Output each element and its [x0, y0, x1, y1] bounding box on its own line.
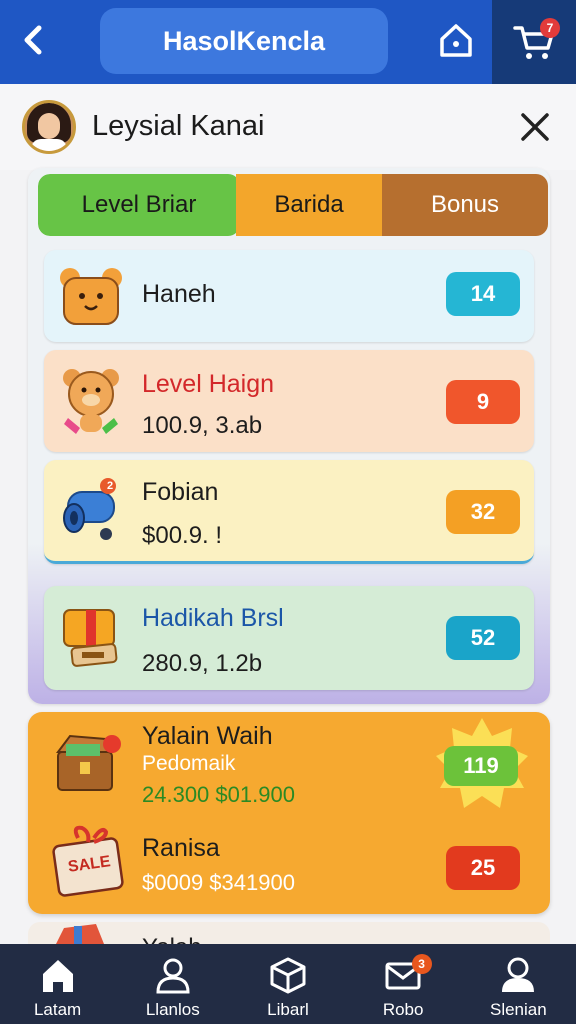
list-item[interactable]: Haneh 14: [44, 250, 534, 342]
list-item[interactable]: Hadikah Brsl 280.9, 1.2b 52: [44, 586, 534, 690]
user-name: Leysial Kanai: [92, 110, 265, 142]
tab-bonus[interactable]: Bonus: [382, 174, 548, 236]
tab-level-briar[interactable]: Level Briar: [38, 174, 240, 236]
promo-prices: $0009 $341900: [142, 870, 295, 895]
item-name: Level Haign: [142, 370, 275, 398]
home-icon: [42, 960, 73, 992]
profile-icon: [502, 957, 535, 992]
nav-item-robo[interactable]: 3 Robo: [346, 944, 461, 1024]
item-name: Hadikah Brsl: [142, 604, 284, 632]
teddy-bear-icon: [63, 369, 119, 434]
box-icon: [270, 957, 306, 994]
value-badge[interactable]: 119: [444, 746, 518, 786]
back-arrow-icon: [24, 25, 42, 55]
back-button[interactable]: [14, 20, 54, 60]
nav-badge: 3: [411, 954, 432, 974]
user-icon: [156, 958, 190, 994]
promo-title: Yalain Waih: [142, 722, 273, 750]
value-badge[interactable]: 9: [446, 380, 520, 424]
nav-item-libarl[interactable]: Libarl: [230, 944, 345, 1024]
cart-badge: 7: [540, 18, 560, 38]
page-title: HasolKencla: [100, 8, 388, 74]
promo-prices: 24.300 $01.900: [142, 782, 295, 807]
home-icon: [440, 24, 472, 57]
nav-label: Latam: [33, 1000, 82, 1019]
promo-card[interactable]: Yalain Waih Pedomaik 24.300 $01.900 119 …: [28, 712, 550, 914]
promo-title: Ranisa: [142, 834, 220, 862]
value-badge[interactable]: 14: [446, 272, 520, 316]
tab-bar: Level Briar Barida Bonus: [38, 174, 548, 236]
nav-label: Slenian: [489, 1000, 547, 1019]
list-item[interactable]: 2 Fobian $00.9. ! 32: [44, 460, 534, 564]
item-name: Haneh: [142, 280, 216, 308]
promo-subtitle: Pedomaik: [142, 752, 236, 775]
item-stats: 100.9, 3.ab: [142, 412, 263, 439]
top-app-bar: HasolKencla 7: [0, 0, 576, 84]
value-badge[interactable]: 52: [446, 616, 520, 660]
close-icon[interactable]: [518, 110, 552, 144]
nav-item-latam[interactable]: Latam: [0, 944, 115, 1024]
treasure-chest-icon: [56, 734, 121, 791]
home-button[interactable]: [434, 18, 478, 62]
nav-label: Llanlos: [145, 1000, 200, 1019]
tab-barida[interactable]: Barida: [236, 174, 382, 236]
icon-badge: 2: [106, 480, 114, 492]
user-header: Leysial Kanai: [0, 84, 576, 170]
gift-box-icon: [56, 924, 104, 944]
bear-face-icon: [60, 268, 122, 325]
nav-label: Libarl: [267, 1000, 309, 1019]
list-item[interactable]: Level Haign 100.9, 3.ab 9: [44, 350, 534, 452]
value-badge[interactable]: 25: [446, 846, 520, 890]
item-stats: $00.9. !: [142, 522, 223, 549]
item-name: Fobian: [142, 478, 219, 506]
bottom-nav: Latam Llanlos Libarl 3 Robo Slenian: [0, 944, 576, 1024]
nav-label: Robo: [382, 1000, 424, 1019]
level-panel: Level Briar Barida Bonus Haneh 14 Level …: [28, 168, 550, 704]
value-badge[interactable]: 32: [446, 490, 520, 534]
cart-button[interactable]: 7: [492, 0, 576, 84]
gift-box-icon: [63, 609, 118, 667]
item-stats: 280.9, 1.2b: [142, 650, 263, 677]
nav-item-slenian[interactable]: Slenian: [461, 944, 576, 1024]
avatar[interactable]: [22, 100, 76, 154]
nav-item-llanlos[interactable]: Llanlos: [115, 944, 230, 1024]
